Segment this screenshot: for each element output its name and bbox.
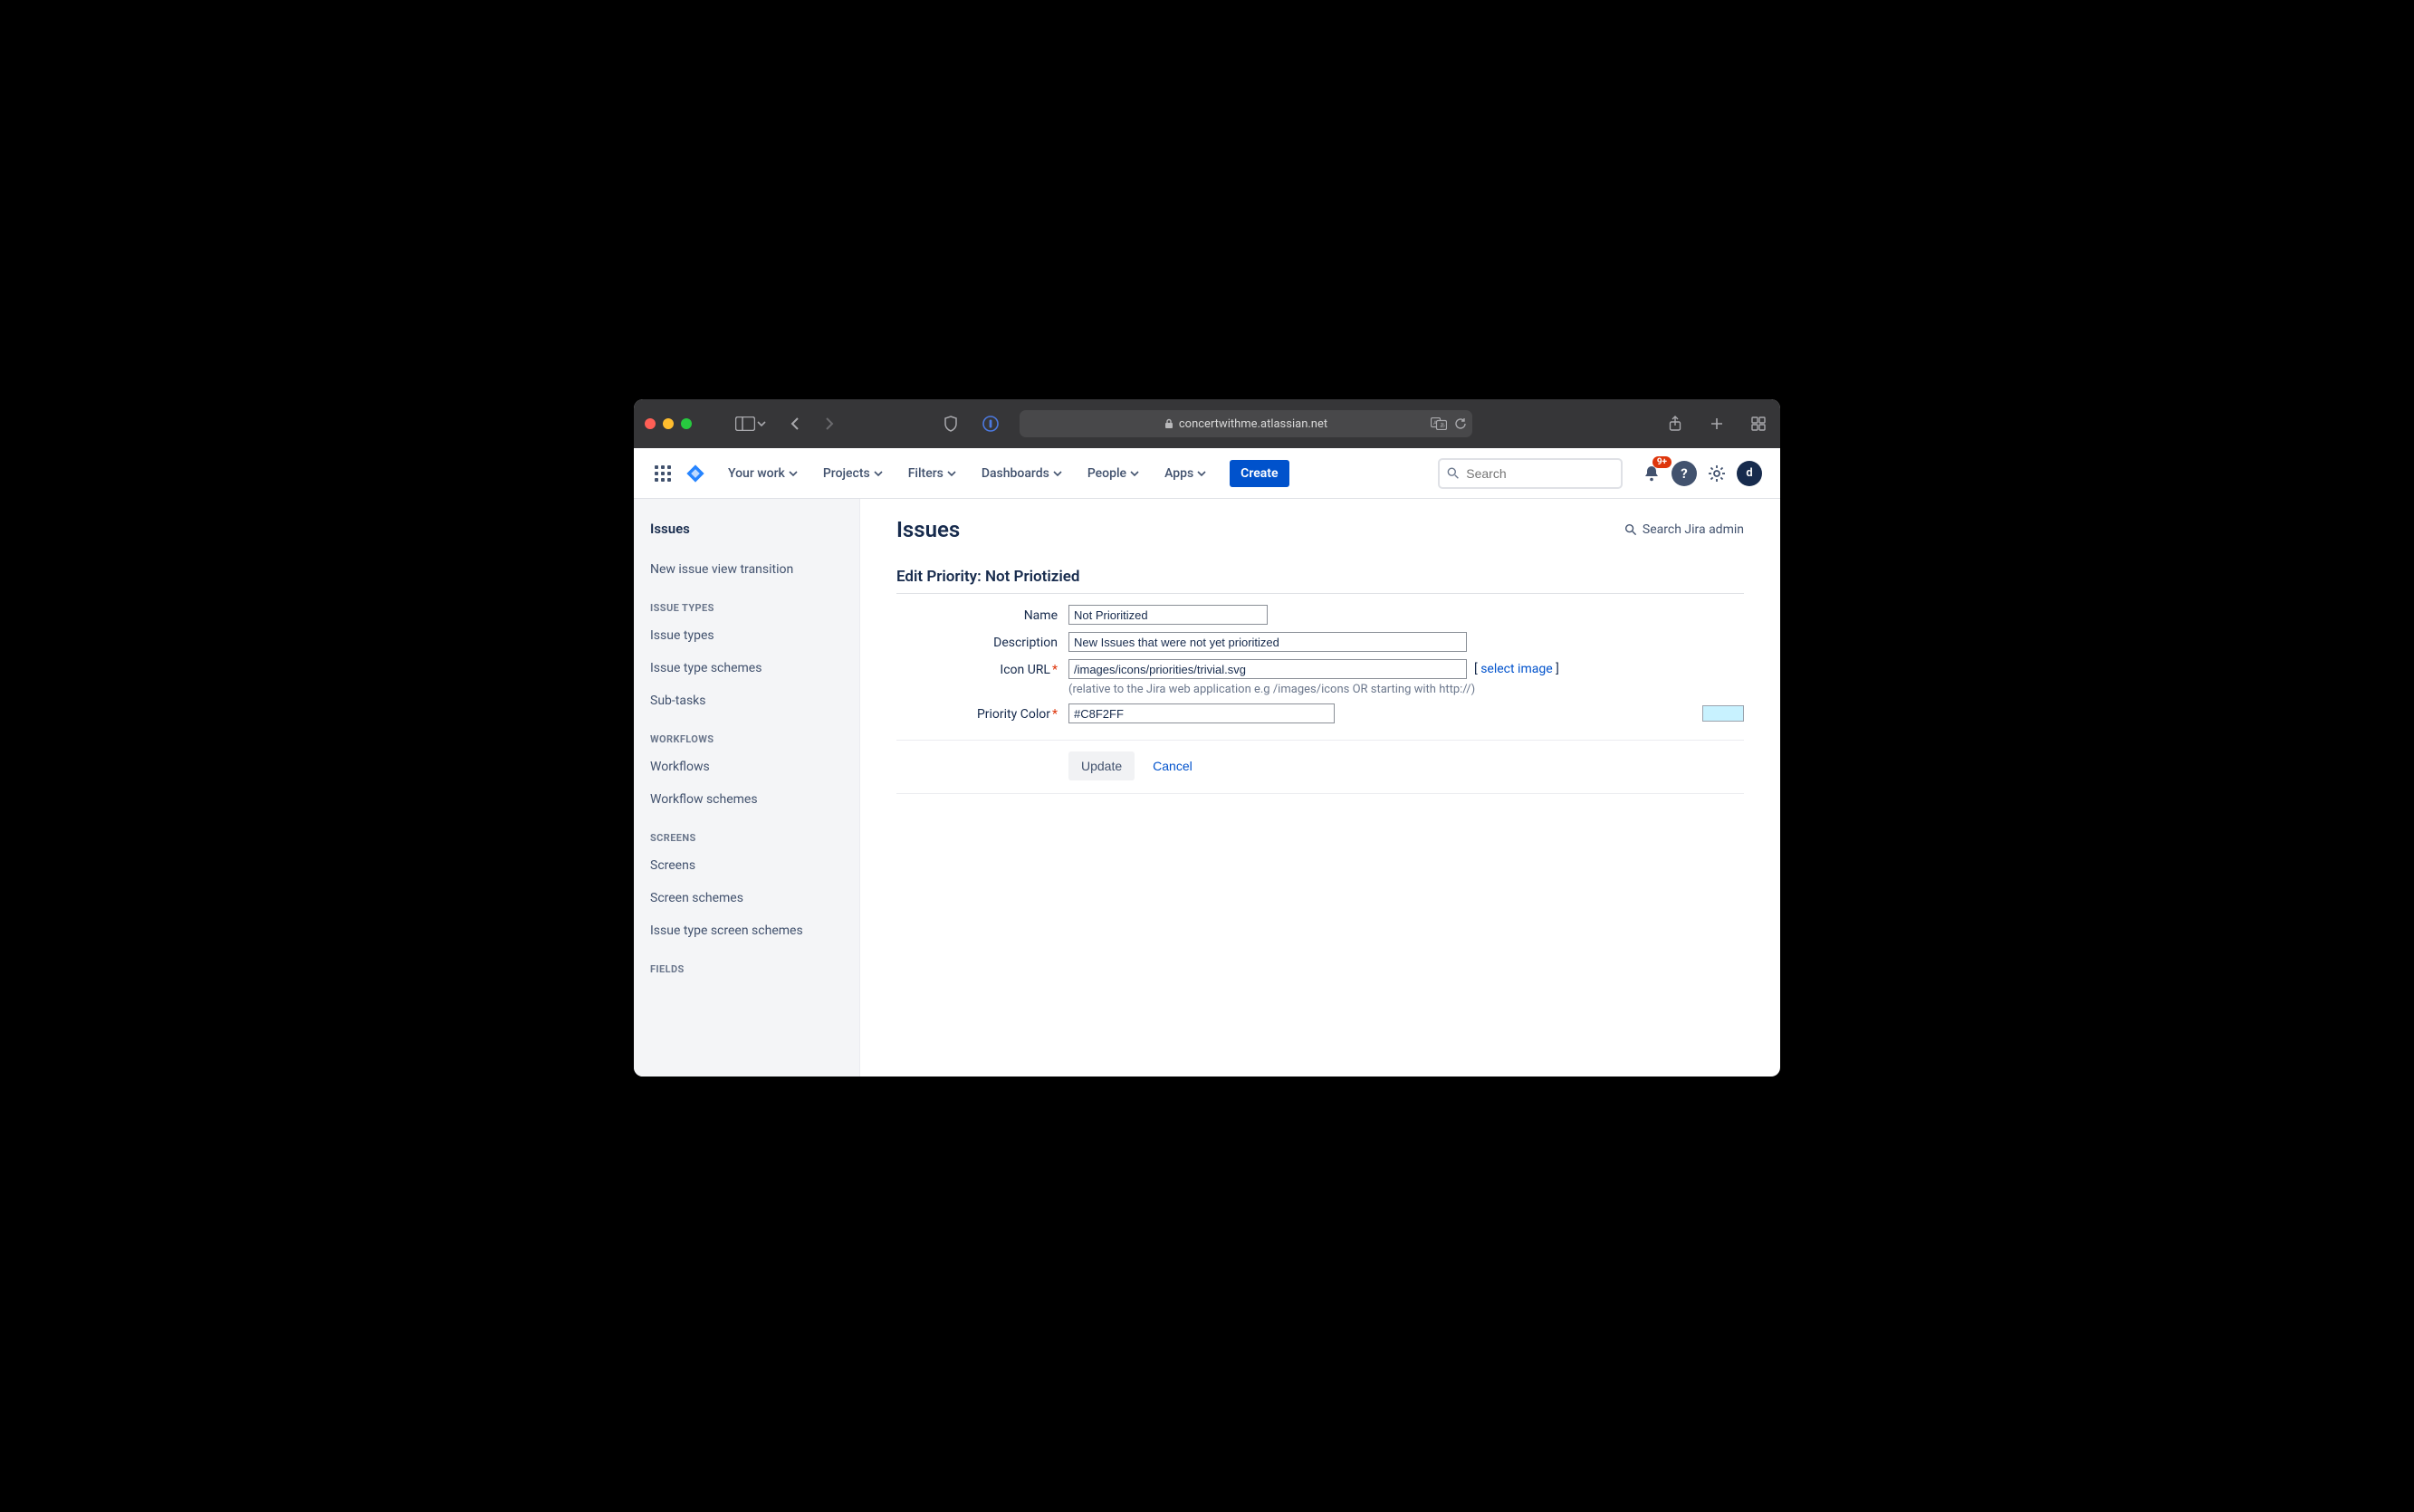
browser-forward-button[interactable]	[819, 413, 840, 435]
nav-apps[interactable]: Apps	[1155, 461, 1215, 486]
search-icon	[1447, 466, 1459, 480]
sidebar-item-issue-type-schemes[interactable]: Issue type schemes	[634, 652, 859, 684]
notif-badge: 9+	[1652, 456, 1672, 468]
browser-back-button[interactable]	[784, 413, 806, 435]
chevron-down-icon	[1053, 469, 1062, 478]
priority-color-input[interactable]	[1068, 703, 1335, 723]
nav-label: People	[1087, 466, 1126, 481]
sidebar-item-workflow-schemes[interactable]: Workflow schemes	[634, 783, 859, 816]
search-icon	[1624, 523, 1637, 536]
help-button[interactable]: ?	[1672, 461, 1697, 486]
reload-icon[interactable]	[1454, 417, 1467, 430]
nav-label: Your work	[728, 466, 785, 481]
chevron-down-icon	[1130, 469, 1139, 478]
label-priority-color: Priority Color*	[896, 703, 1068, 722]
priority-color-swatch[interactable]	[1702, 705, 1744, 722]
svg-text:あ: あ	[1440, 423, 1445, 429]
minimize-window-button[interactable]	[663, 418, 674, 429]
nav-people[interactable]: People	[1078, 461, 1148, 486]
sidebar-section-workflows: WORKFLOWS	[634, 717, 859, 751]
nav-filters[interactable]: Filters	[899, 461, 965, 486]
tab-overview-icon[interactable]	[1748, 413, 1769, 435]
sidebar-item-issue-types[interactable]: Issue types	[634, 619, 859, 652]
lock-icon	[1164, 418, 1173, 429]
create-button[interactable]: Create	[1230, 460, 1288, 487]
avatar[interactable]: d	[1737, 461, 1762, 486]
label-icon-url: Icon URL*	[896, 659, 1068, 677]
sidebar-section-issue-types: ISSUE TYPES	[634, 586, 859, 619]
svg-text:A: A	[1433, 420, 1437, 426]
password-manager-icon[interactable]	[980, 413, 1001, 435]
sidebar-item-issue-type-screen-schemes[interactable]: Issue type screen schemes	[634, 914, 859, 947]
global-search-input[interactable]	[1466, 466, 1614, 481]
main-content: Issues Search Jira admin Edit Priority: …	[860, 499, 1780, 1077]
label-description: Description	[896, 632, 1068, 650]
close-window-button[interactable]	[645, 418, 656, 429]
browser-sidebar-toggle[interactable]	[735, 416, 766, 431]
nav-your-work[interactable]: Your work	[719, 461, 807, 486]
search-jira-admin[interactable]: Search Jira admin	[1624, 522, 1744, 537]
name-input[interactable]	[1068, 605, 1268, 625]
global-search[interactable]	[1438, 458, 1623, 489]
browser-titlebar: concertwithme.atlassian.net Aあ	[634, 399, 1780, 448]
nav-projects[interactable]: Projects	[814, 461, 892, 486]
sidebar-item-new-issue-view-transition[interactable]: New issue view transition	[634, 553, 859, 586]
browser-address-bar[interactable]: concertwithme.atlassian.net Aあ	[1020, 410, 1472, 437]
sidebar-item-screens[interactable]: Screens	[634, 849, 859, 882]
maximize-window-button[interactable]	[681, 418, 692, 429]
nav-dashboards[interactable]: Dashboards	[972, 461, 1071, 486]
sidebar-title: Issues	[634, 515, 859, 553]
nav-label: Filters	[908, 466, 944, 481]
update-button[interactable]: Update	[1068, 751, 1135, 780]
sidebar-item-sub-tasks[interactable]: Sub-tasks	[634, 684, 859, 717]
description-input[interactable]	[1068, 632, 1467, 652]
chevron-down-icon	[1197, 469, 1206, 478]
chevron-down-icon	[789, 469, 798, 478]
select-image-link[interactable]: select image	[1480, 662, 1552, 676]
notifications-button[interactable]: 9+	[1639, 461, 1664, 486]
cancel-button[interactable]: Cancel	[1153, 759, 1193, 773]
form-title: Edit Priority: Not Priotizied	[896, 568, 1744, 594]
sidebar-section-screens: SCREENS	[634, 816, 859, 849]
privacy-shield-icon[interactable]	[940, 413, 962, 435]
admin-sidebar: Issues New issue view transition ISSUE T…	[634, 499, 860, 1077]
browser-window: concertwithme.atlassian.net Aあ	[634, 399, 1780, 1077]
search-admin-label: Search Jira admin	[1643, 522, 1744, 537]
browser-url: concertwithme.atlassian.net	[1179, 417, 1327, 431]
chevron-down-icon	[947, 469, 956, 478]
translate-icon[interactable]: Aあ	[1431, 417, 1447, 430]
gear-icon	[1708, 464, 1726, 483]
sidebar-section-fields: FIELDS	[634, 947, 859, 981]
nav-label: Projects	[823, 466, 870, 481]
jira-logo-icon[interactable]	[685, 463, 706, 484]
new-tab-icon[interactable]	[1706, 413, 1728, 435]
nav-label: Dashboards	[982, 466, 1049, 481]
nav-label: Apps	[1164, 466, 1193, 481]
app-switcher-icon[interactable]	[652, 463, 674, 484]
sidebar-item-screen-schemes[interactable]: Screen schemes	[634, 882, 859, 914]
chevron-down-icon	[874, 469, 883, 478]
label-name: Name	[896, 605, 1068, 623]
icon-url-hint: (relative to the Jira web application e.…	[1068, 683, 1744, 696]
window-controls	[645, 418, 692, 429]
icon-url-input[interactable]	[1068, 659, 1467, 679]
sidebar-item-workflows[interactable]: Workflows	[634, 751, 859, 783]
share-icon[interactable]	[1664, 413, 1686, 435]
jira-top-nav: Your work Projects Filters Dashboards Pe…	[634, 448, 1780, 499]
settings-button[interactable]	[1704, 461, 1729, 486]
page-title: Issues	[896, 517, 960, 542]
